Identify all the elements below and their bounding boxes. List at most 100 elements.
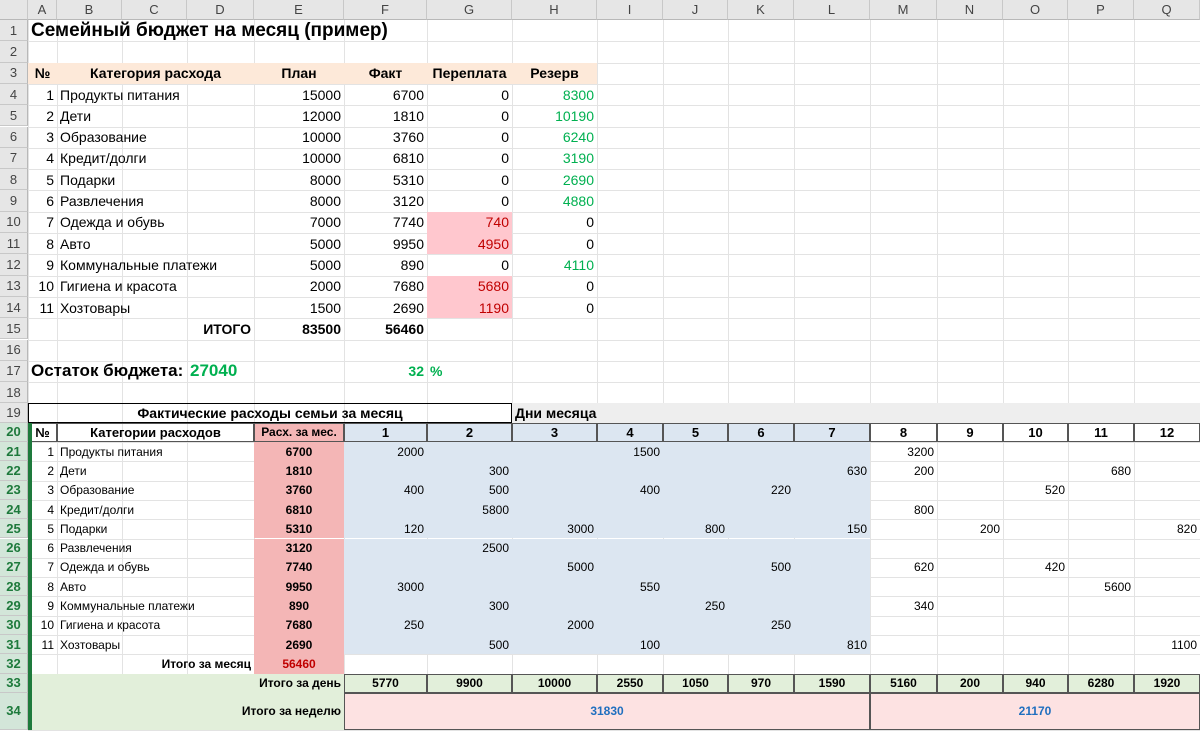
budget-category[interactable]: Развлечения [57,190,254,211]
daily-header-cell[interactable]: Расх. за мес. [254,422,344,442]
daily-value[interactable] [937,442,1003,461]
daily-value[interactable]: 300 [427,461,512,481]
daily-value[interactable] [1134,461,1200,480]
daily-number[interactable]: 11 [28,635,57,654]
budget-overpay[interactable]: 0 [427,105,512,126]
daily-month-total[interactable]: 6700 [254,442,344,462]
row-header-34[interactable]: 34 [0,692,28,730]
daily-value[interactable] [512,635,597,655]
column-header-k[interactable]: K [728,0,794,20]
day-total-value[interactable]: 1920 [1134,673,1200,693]
day-header[interactable]: 1 [344,422,427,442]
budget-plan[interactable]: 8000 [254,190,344,211]
column-header-n[interactable]: N [937,0,1003,20]
daily-value[interactable] [1134,481,1200,500]
daily-value[interactable]: 630 [794,461,870,481]
daily-number[interactable]: 2 [28,461,57,480]
daily-value[interactable]: 820 [1134,519,1200,538]
daily-value[interactable] [1003,596,1068,615]
row-header-17[interactable]: 17 [0,360,28,383]
daily-value[interactable] [663,499,728,520]
daily-value[interactable]: 2000 [512,615,597,635]
balance-percent-sign[interactable]: % [427,361,512,382]
row-header-22[interactable]: 22 [0,461,28,481]
daily-month-total[interactable]: 890 [254,596,344,616]
budget-category[interactable]: Одежда и обувь [57,212,254,233]
row-header-14[interactable]: 14 [0,296,28,319]
daily-value[interactable]: 3000 [512,519,597,539]
row-header-12[interactable]: 12 [0,254,28,276]
daily-value[interactable]: 2000 [344,442,427,462]
daily-value[interactable] [1134,596,1200,615]
daily-value[interactable] [1068,558,1134,577]
daily-value[interactable] [728,596,794,616]
budget-plan[interactable]: 7000 [254,212,344,233]
daily-category[interactable]: Дети [57,461,254,480]
row-header-30[interactable]: 30 [0,615,28,635]
daily-month-total[interactable]: 6810 [254,499,344,520]
daily-number[interactable]: 5 [28,519,57,538]
budget-number[interactable]: 5 [28,169,57,190]
daily-category[interactable]: Коммунальные платежи [57,596,254,615]
daily-value[interactable] [663,635,728,655]
daily-value[interactable] [794,538,870,558]
daily-number[interactable]: 9 [28,596,57,615]
day-total-value[interactable]: 1590 [794,673,870,693]
budget-overpay[interactable]: 0 [427,169,512,190]
daily-category[interactable]: Кредит/долги [57,500,254,519]
row-header-15[interactable]: 15 [0,318,28,340]
daily-number[interactable]: 1 [28,442,57,461]
column-header-l[interactable]: L [794,0,870,20]
day-total-value[interactable]: 1050 [663,673,728,693]
daily-value[interactable]: 250 [663,596,728,616]
daily-value[interactable] [870,481,937,500]
budget-number[interactable]: 9 [28,254,57,275]
daily-value[interactable]: 400 [597,480,663,500]
day-total-value[interactable]: 5770 [344,673,427,693]
daily-value[interactable] [1003,461,1068,480]
row-header-3[interactable]: 3 [0,62,28,84]
day-header[interactable]: 8 [870,422,937,442]
day-header[interactable]: 3 [512,422,597,442]
daily-month-total[interactable]: 2690 [254,635,344,655]
budget-number[interactable]: 2 [28,105,57,126]
budget-number[interactable]: 3 [28,127,57,148]
budget-header-cell[interactable]: Переплата [427,62,512,84]
daily-value[interactable] [794,480,870,500]
daily-value[interactable]: 5600 [1068,577,1134,596]
select-all-corner[interactable] [0,0,28,20]
daily-number[interactable]: 3 [28,481,57,500]
column-header-p[interactable]: P [1068,0,1134,20]
budget-number[interactable]: 11 [28,297,57,318]
daily-value[interactable] [937,500,1003,519]
daily-category[interactable]: Развлечения [57,539,254,558]
row-header-28[interactable]: 28 [0,577,28,597]
day-total-value[interactable]: 9900 [427,673,512,693]
daily-value[interactable] [1003,635,1068,654]
daily-value[interactable] [427,519,512,539]
budget-reserve[interactable]: 4110 [512,254,597,275]
budget-plan[interactable]: 2000 [254,276,344,297]
daily-value[interactable] [870,616,937,635]
daily-value[interactable]: 1100 [1134,635,1200,654]
daily-value[interactable] [794,557,870,578]
row-header-33[interactable]: 33 [0,673,28,693]
daily-title[interactable]: Фактические расходы семьи за месяц [28,403,512,423]
daily-value[interactable] [870,539,937,558]
budget-category[interactable]: Хозтовары [57,297,254,318]
daily-value[interactable] [344,499,427,520]
budget-overpay[interactable]: 5680 [427,275,512,297]
day-total-value[interactable]: 2550 [597,673,663,693]
week-total-label[interactable]: Итого за неделю [28,692,344,730]
daily-value[interactable] [870,519,937,538]
day-header[interactable]: 6 [728,422,794,442]
daily-value[interactable]: 500 [427,635,512,655]
sheet-title[interactable]: Семейный бюджет на месяц (пример) [28,20,597,41]
budget-fact[interactable]: 5310 [344,169,427,190]
column-header-f[interactable]: F [344,0,427,20]
daily-value[interactable] [1134,558,1200,577]
daily-value[interactable] [663,442,728,462]
budget-fact[interactable]: 890 [344,254,427,275]
daily-value[interactable]: 520 [1003,481,1068,500]
budget-header-cell[interactable]: № [28,62,57,84]
